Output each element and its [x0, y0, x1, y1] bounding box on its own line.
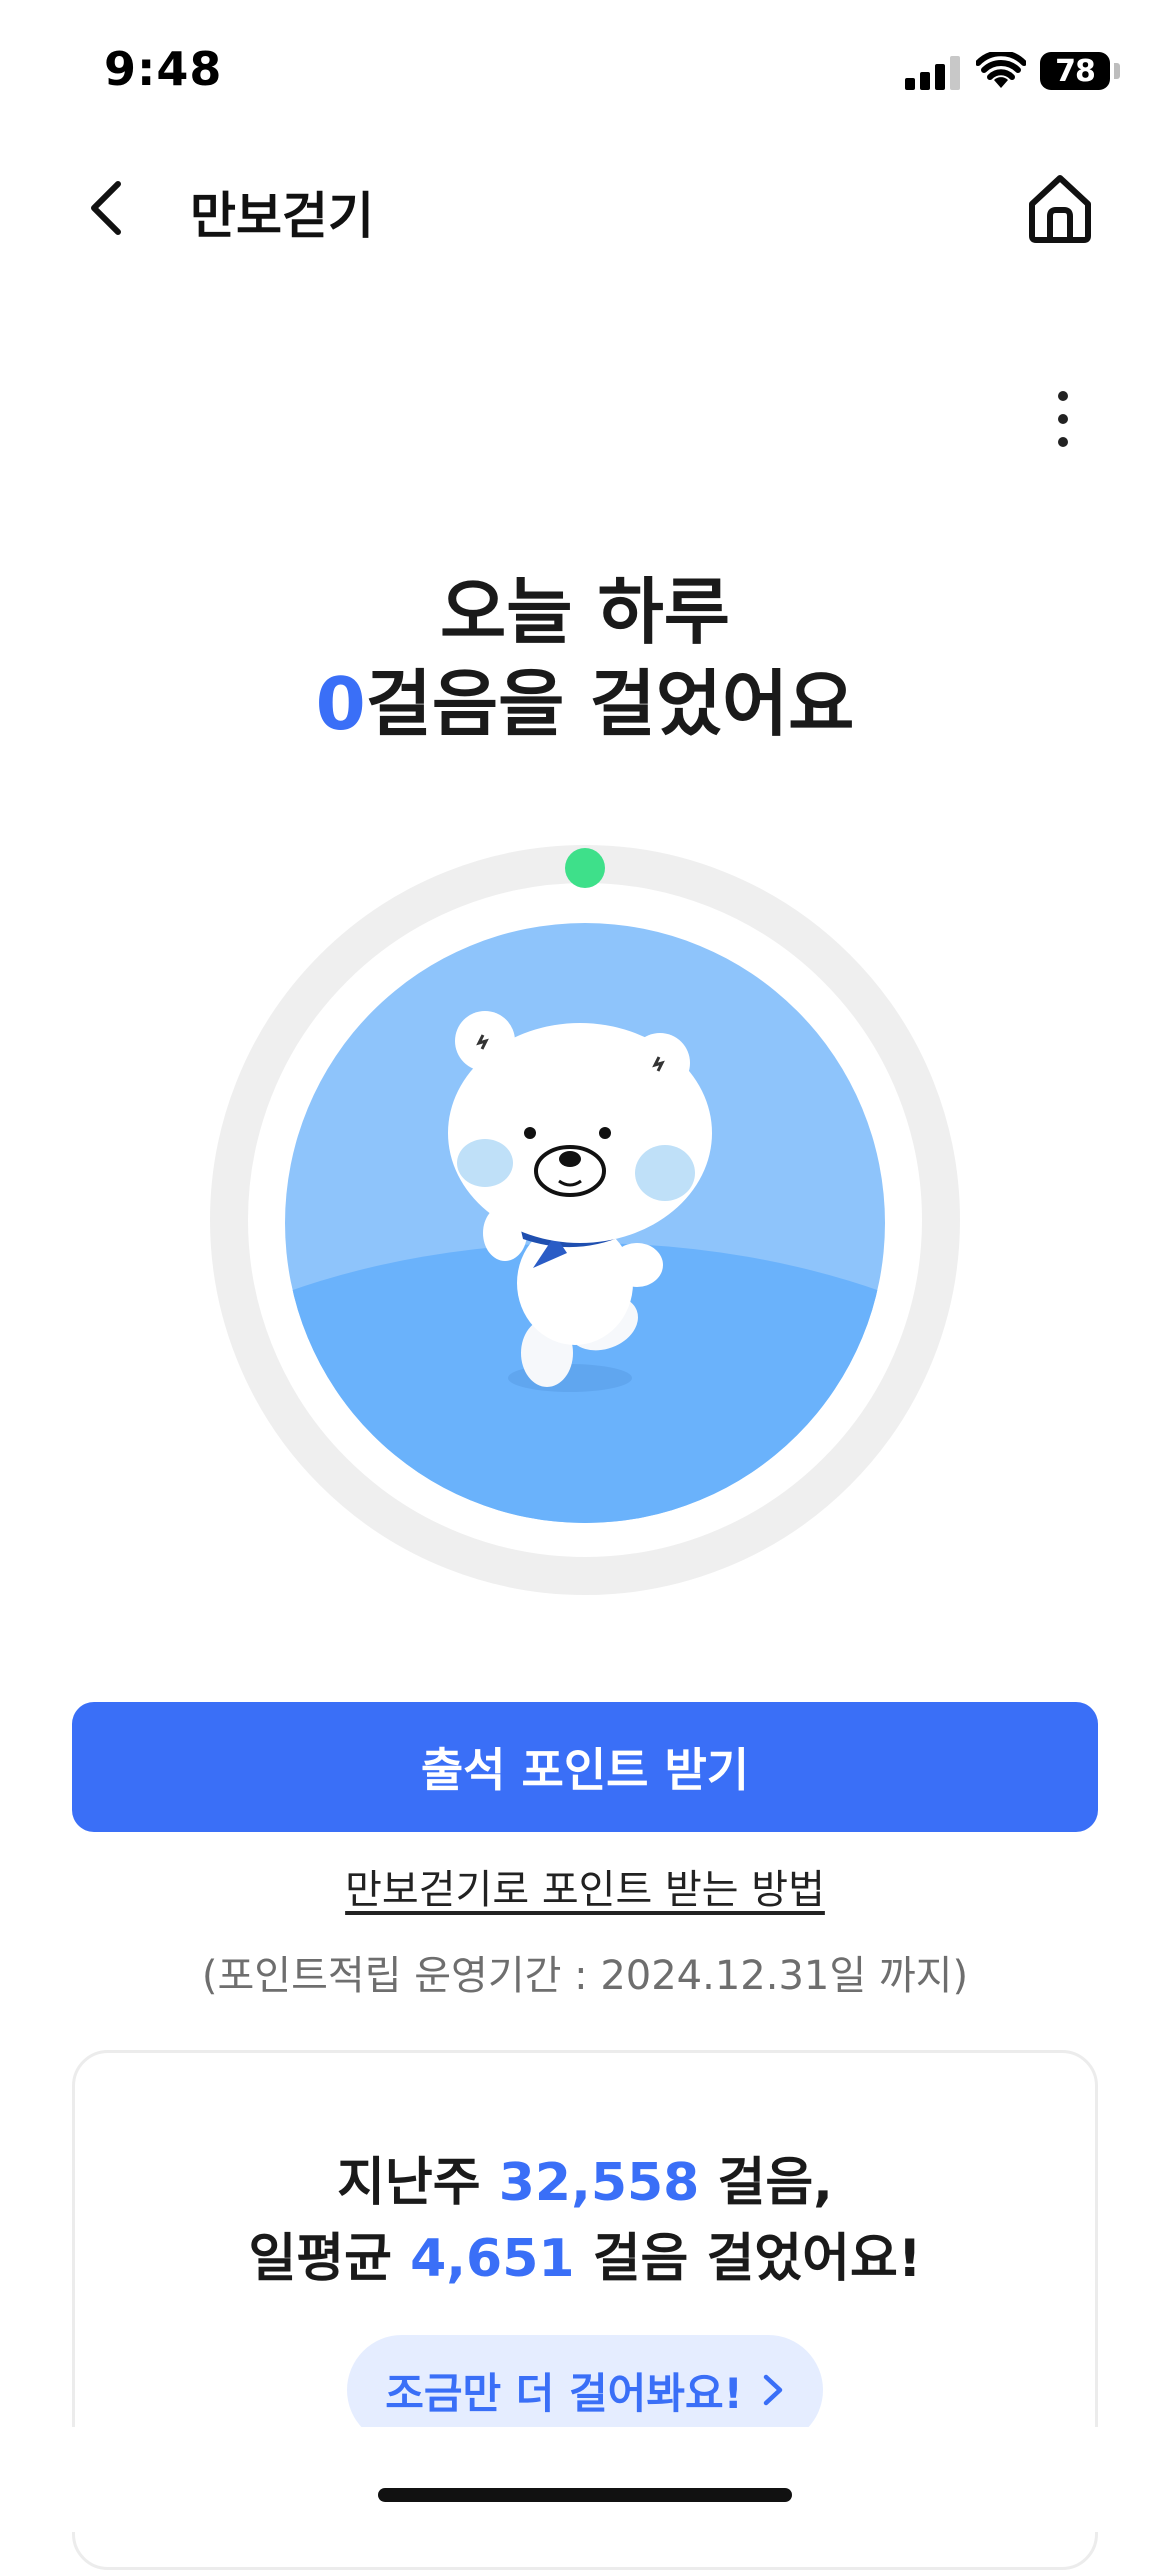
mascot-circle: [285, 923, 885, 1523]
daily-average-summary: 일평균 4,651 걸음 걸었어요!: [0, 2216, 1170, 2291]
last-week-suffix: 걸음,: [717, 2153, 833, 2213]
bottom-safe-area: [0, 2427, 1170, 2532]
bear-mascot: [285, 1011, 885, 1523]
headline-line1: 오늘 하루: [439, 570, 731, 654]
avg-steps: 4,651: [410, 2229, 575, 2289]
operation-period-text: (포인트적립 운영기간 : 2024.12.31일 까지): [201, 1953, 969, 1999]
status-time: 9:48: [104, 42, 223, 96]
avg-prefix: 일평균: [248, 2229, 392, 2289]
signal-icon: [905, 56, 961, 90]
how-to-earn-link[interactable]: 만보걷기로 포인트 받는 방법: [0, 1857, 1170, 1915]
home-icon[interactable]: [1022, 170, 1098, 246]
wifi-icon: [976, 52, 1026, 88]
page-title: 만보걷기: [190, 187, 374, 245]
back-arrow-icon[interactable]: [80, 178, 136, 238]
headline-suffix: 걸음을 걸었어요: [365, 662, 855, 746]
headline-line2: 0걸음을 걸었어요: [0, 658, 1170, 750]
avg-suffix: 걸음 걸었어요!: [592, 2229, 922, 2289]
home-indicator[interactable]: [378, 2488, 792, 2502]
battery-cap: [1114, 63, 1120, 79]
progress-indicator-dot: [565, 848, 605, 888]
today-step-count: 0: [315, 662, 366, 746]
attendance-points-button[interactable]: 출석 포인트 받기: [72, 1702, 1098, 1832]
walk-more-label: 조금만 더 걸어봐요!: [385, 2368, 743, 2418]
more-vertical-icon[interactable]: [1040, 385, 1084, 453]
chevron-right-icon: [763, 2374, 783, 2406]
last-week-prefix: 지난주: [337, 2153, 481, 2213]
last-week-steps: 32,558: [498, 2153, 700, 2213]
battery-icon: 78: [1040, 52, 1110, 90]
battery-level: 78: [1055, 53, 1096, 89]
today-steps-headline: 오늘 하루 0걸음을 걸었어요: [0, 566, 1170, 750]
last-week-summary: 지난주 32,558 걸음,: [0, 2140, 1170, 2215]
